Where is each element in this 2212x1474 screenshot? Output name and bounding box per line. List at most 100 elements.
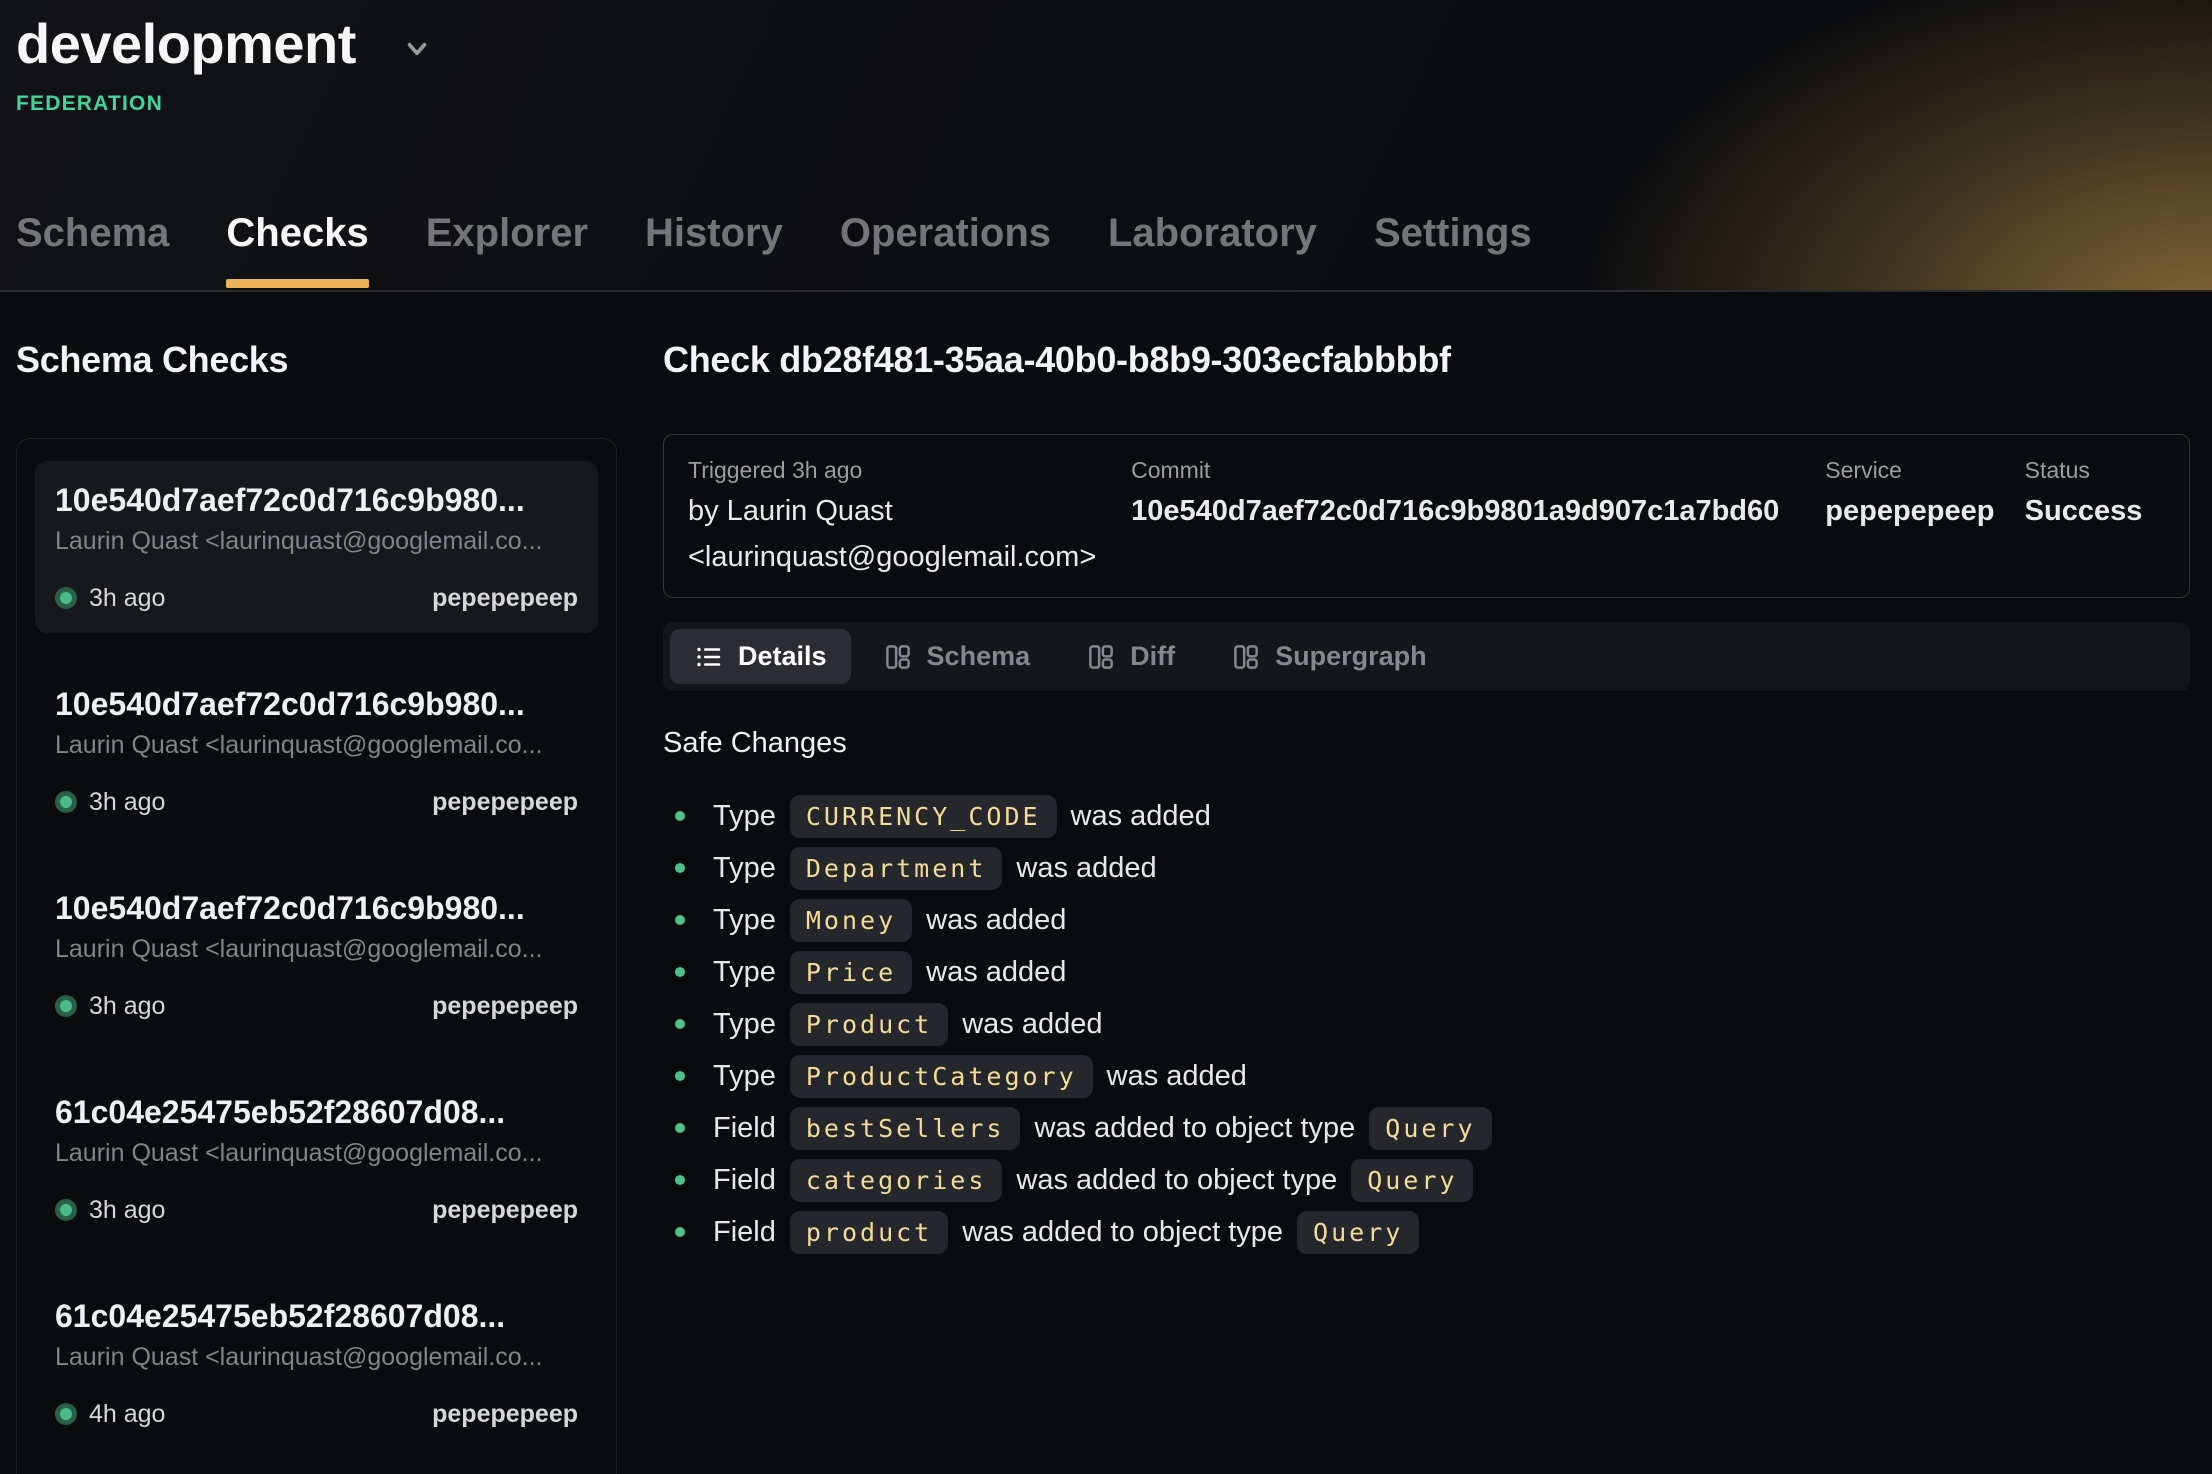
- check-author: Laurin Quast <laurinquast@googlemail.co.…: [55, 525, 578, 557]
- check-meta: 3h ago pepepepeep: [55, 991, 578, 1021]
- change-row: Type Product was added: [663, 998, 2190, 1050]
- status-success-dot-icon: [55, 995, 77, 1017]
- columns-icon: [1231, 642, 1261, 672]
- bullet-icon: [675, 1019, 685, 1029]
- check-time: 3h ago: [89, 992, 165, 1021]
- change-text: was added to object type: [1016, 1164, 1337, 1197]
- check-detail-title: Check db28f481-35aa-40b0-b8b9-303ecfabbb…: [663, 338, 2190, 382]
- change-text: was added to object type: [962, 1216, 1283, 1249]
- nav-tab-schema[interactable]: Schema: [16, 211, 169, 290]
- meta-status-value: Success: [2025, 491, 2153, 531]
- change-target-chip: Query: [1297, 1211, 1419, 1254]
- bullet-icon: [675, 863, 685, 873]
- check-service: pepepepeep: [432, 992, 578, 1021]
- change-row: Field product was added to object type Q…: [663, 1206, 2190, 1258]
- active-tab-indicator: [226, 279, 368, 288]
- change-kind: Field: [713, 1112, 776, 1145]
- change-text: was added to object type: [1034, 1112, 1355, 1145]
- check-detail-panel: Check db28f481-35aa-40b0-b8b9-303ecfabbb…: [663, 292, 2190, 1258]
- nav-tab-history[interactable]: History: [645, 211, 783, 290]
- meta-commit-value: 10e540d7aef72c0d716c9b9801a9d907c1a7bd60: [1131, 491, 1813, 531]
- meta-triggered: Triggered 3h ago by Laurin Quast <laurin…: [688, 455, 1131, 577]
- change-code-chip: product: [790, 1211, 948, 1254]
- chevron-down-icon: [400, 32, 434, 66]
- change-kind: Type: [713, 800, 776, 833]
- nav-tab-explorer[interactable]: Explorer: [426, 211, 588, 290]
- check-author: Laurin Quast <laurinquast@googlemail.co.…: [55, 1341, 578, 1373]
- meta-triggered-by: by Laurin Quast: [688, 491, 1119, 531]
- check-hash: 61c04e25475eb52f28607d08...: [55, 1297, 578, 1335]
- change-text: was added: [926, 956, 1066, 989]
- nav-tab-settings[interactable]: Settings: [1374, 211, 1532, 290]
- app-header: development FEDERATION Schema Checks Exp…: [0, 0, 2212, 292]
- change-code-chip: bestSellers: [790, 1107, 1021, 1150]
- bullet-icon: [675, 1175, 685, 1185]
- check-hash: 10e540d7aef72c0d716c9b980...: [55, 481, 578, 519]
- change-row: Type Money was added: [663, 894, 2190, 946]
- change-code-chip: CURRENCY_CODE: [790, 795, 1057, 838]
- meta-service-value: pepepepeep: [1825, 491, 2012, 531]
- view-tab-supergraph[interactable]: Supergraph: [1207, 629, 1451, 684]
- check-card[interactable]: 10e540d7aef72c0d716c9b980... Laurin Quas…: [35, 869, 598, 1041]
- nav-tab-operations[interactable]: Operations: [840, 211, 1051, 290]
- check-meta-box: Triggered 3h ago by Laurin Quast <laurin…: [663, 434, 2190, 598]
- change-text: was added: [1107, 1060, 1247, 1093]
- app-root: development FEDERATION Schema Checks Exp…: [0, 0, 2212, 1474]
- check-card[interactable]: 10e540d7aef72c0d716c9b980... Laurin Quas…: [35, 665, 598, 837]
- change-code-chip: Money: [790, 899, 912, 942]
- view-tab-diff[interactable]: Diff: [1062, 629, 1199, 684]
- meta-service-label: Service: [1825, 455, 2012, 485]
- check-card[interactable]: 61c04e25475eb52f28607d08... Laurin Quast…: [35, 1073, 598, 1245]
- check-hash: 61c04e25475eb52f28607d08...: [55, 1093, 578, 1131]
- check-service: pepepepeep: [432, 1400, 578, 1429]
- columns-icon: [883, 642, 913, 672]
- change-row: Field categories was added to object typ…: [663, 1154, 2190, 1206]
- status-success-dot-icon: [55, 587, 77, 609]
- bullet-icon: [675, 1123, 685, 1133]
- change-text: was added: [926, 904, 1066, 937]
- changes-list: Type CURRENCY_CODE was added Type Depart…: [663, 790, 2190, 1258]
- change-kind: Type: [713, 1060, 776, 1093]
- check-author: Laurin Quast <laurinquast@googlemail.co.…: [55, 729, 578, 761]
- bullet-icon: [675, 1071, 685, 1081]
- view-tab-diff-label: Diff: [1130, 641, 1175, 672]
- view-tab-details[interactable]: Details: [670, 629, 851, 684]
- view-tab-details-label: Details: [738, 641, 827, 672]
- columns-icon: [1086, 642, 1116, 672]
- checks-panel: Schema Checks 10e540d7aef72c0d716c9b980.…: [16, 292, 617, 1474]
- change-row: Type Department was added: [663, 842, 2190, 894]
- check-meta: 3h ago pepepepeep: [55, 583, 578, 613]
- project-dropdown-button[interactable]: [400, 32, 434, 66]
- bullet-icon: [675, 915, 685, 925]
- checks-list[interactable]: 10e540d7aef72c0d716c9b980... Laurin Quas…: [16, 438, 617, 1474]
- check-card[interactable]: 61c04e25475eb52f28607d08... Laurin Quast…: [35, 1277, 598, 1449]
- change-target-chip: Query: [1369, 1107, 1491, 1150]
- meta-triggered-label: Triggered 3h ago: [688, 455, 1119, 485]
- check-time: 3h ago: [89, 1196, 165, 1225]
- status-success-dot-icon: [55, 1199, 77, 1221]
- nav-tab-checks[interactable]: Checks: [226, 211, 368, 290]
- check-service: pepepepeep: [432, 584, 578, 613]
- check-hash: 10e540d7aef72c0d716c9b980...: [55, 889, 578, 927]
- checks-panel-title: Schema Checks: [16, 338, 617, 382]
- meta-status-label: Status: [2025, 455, 2153, 485]
- project-type-badge: FEDERATION: [16, 92, 2212, 116]
- change-kind: Type: [713, 1008, 776, 1041]
- change-code-chip: categories: [790, 1159, 1003, 1202]
- check-author: Laurin Quast <laurinquast@googlemail.co.…: [55, 933, 578, 965]
- project-row: development: [16, 0, 2212, 76]
- view-tab-schema[interactable]: Schema: [859, 629, 1055, 684]
- check-meta: 3h ago pepepepeep: [55, 787, 578, 817]
- change-text: was added: [1016, 852, 1156, 885]
- meta-status: Status Success: [2025, 455, 2165, 577]
- change-row: Type CURRENCY_CODE was added: [663, 790, 2190, 842]
- change-code-chip: ProductCategory: [790, 1055, 1093, 1098]
- change-code-chip: Department: [790, 847, 1003, 890]
- check-card[interactable]: 10e540d7aef72c0d716c9b980... Laurin Quas…: [35, 461, 598, 633]
- nav-tab-laboratory[interactable]: Laboratory: [1108, 211, 1317, 290]
- meta-commit-label: Commit: [1131, 455, 1813, 485]
- change-kind: Type: [713, 904, 776, 937]
- check-time: 4h ago: [89, 1400, 165, 1429]
- meta-triggered-email: <laurinquast@googlemail.com>: [688, 537, 1119, 577]
- check-author: Laurin Quast <laurinquast@googlemail.co.…: [55, 1137, 578, 1169]
